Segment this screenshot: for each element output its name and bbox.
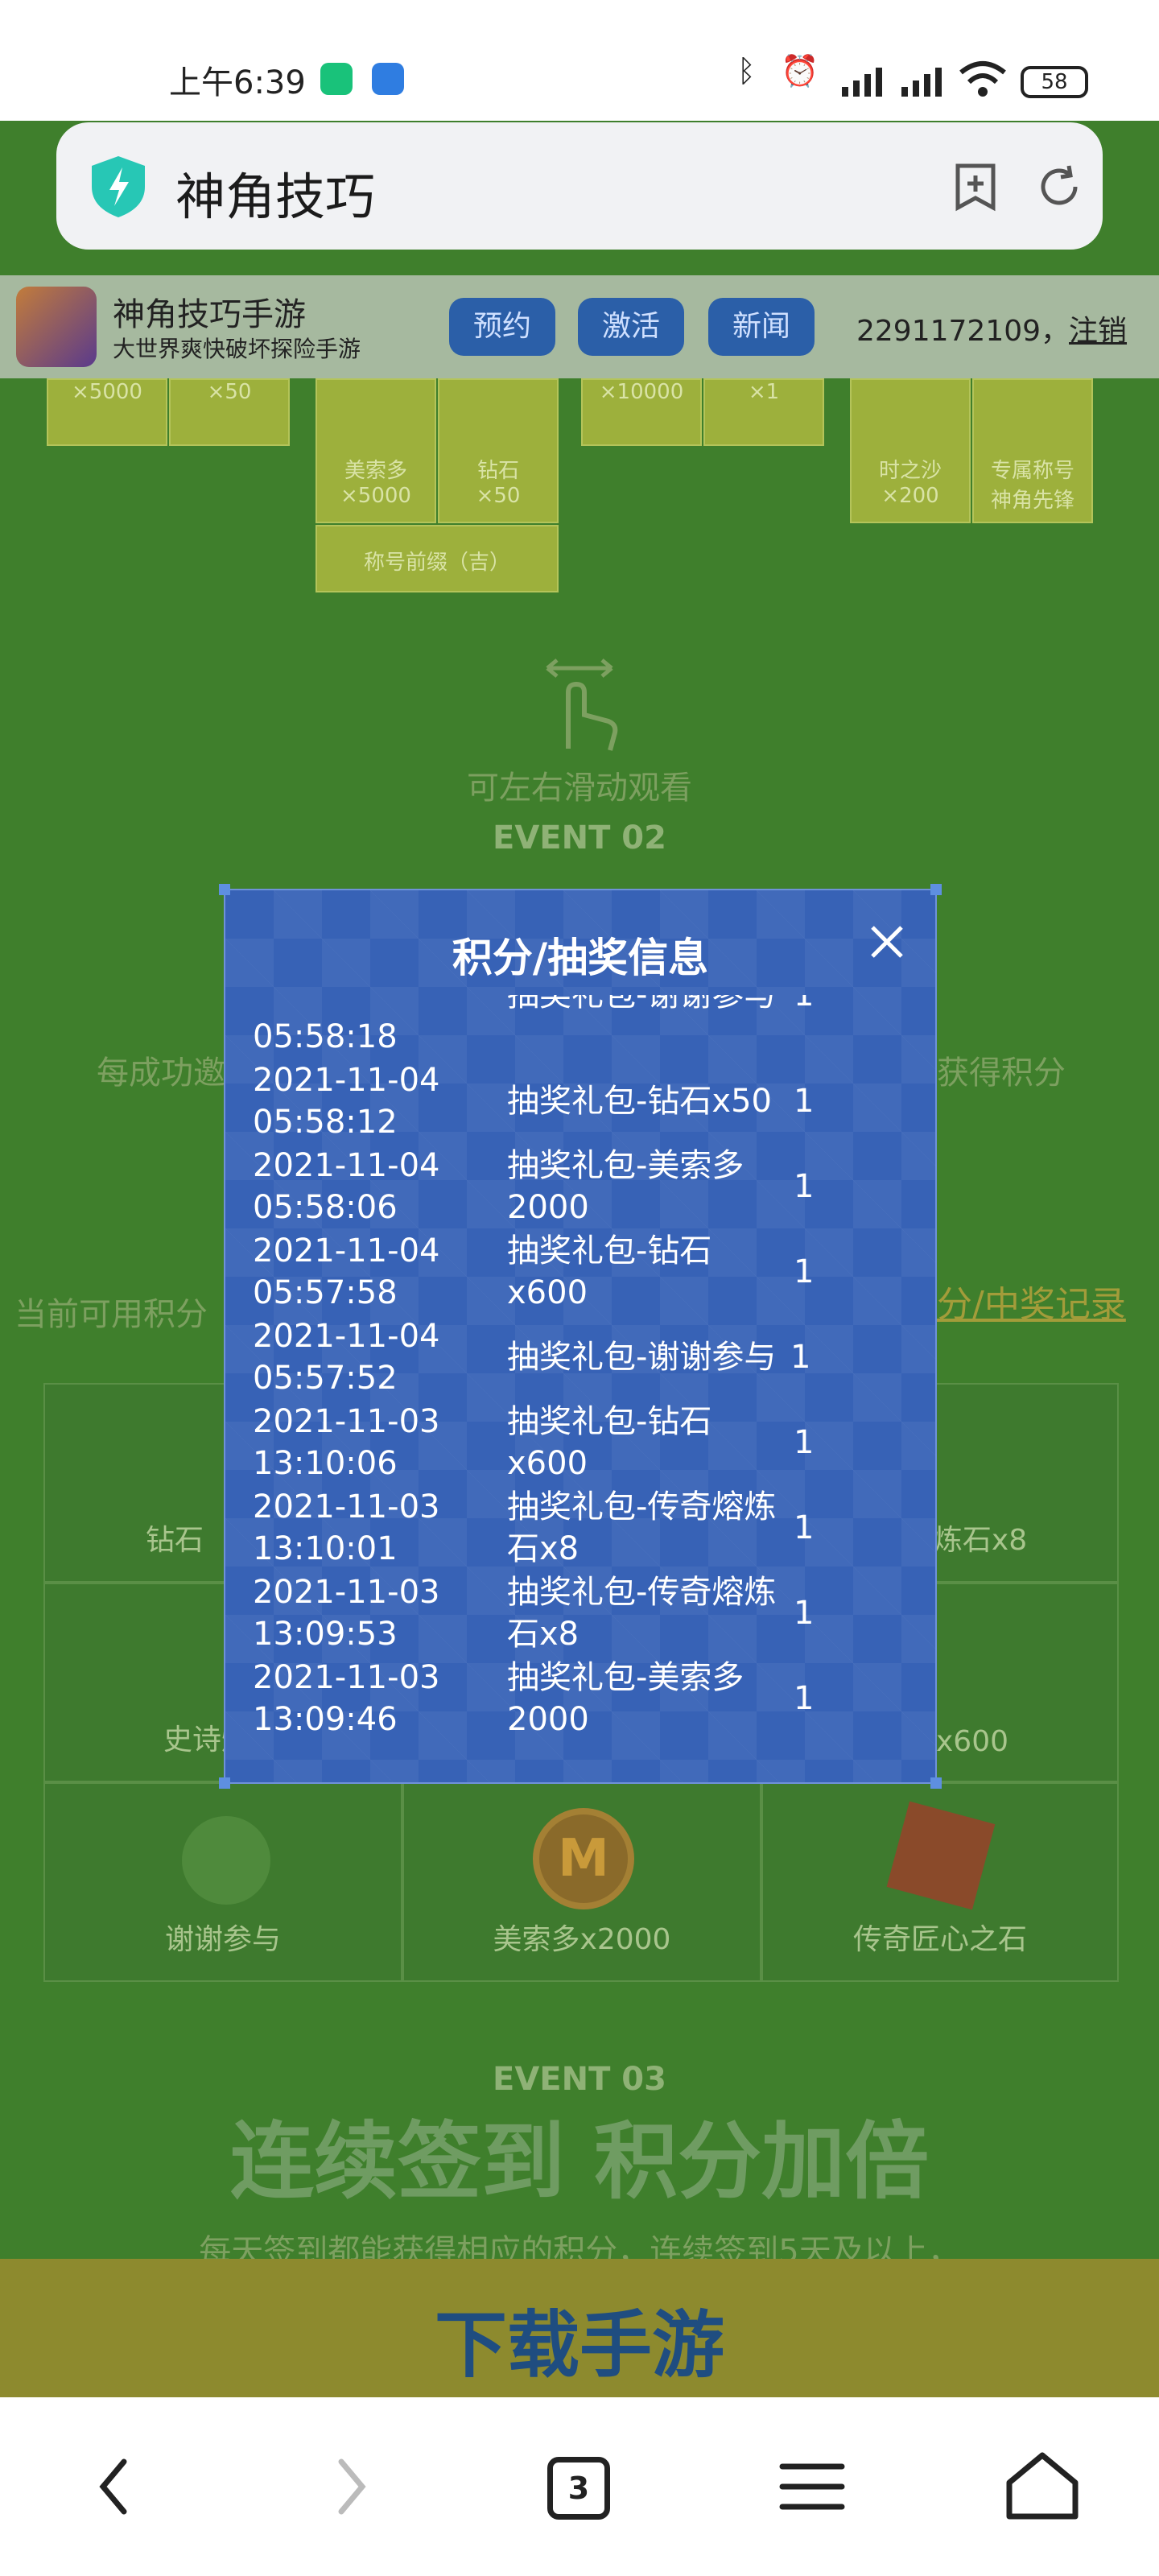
user-id: 2291172109， — [856, 315, 1070, 348]
download-banner[interactable]: 下载手游 — [0, 2259, 1159, 2397]
broadcast-notification-icon — [372, 63, 404, 95]
prize-tile: ×5000 — [47, 378, 167, 446]
title-badge-tile: 称号前缀（吉） — [316, 525, 559, 592]
activate-button[interactable]: 激活 — [578, 298, 684, 356]
page-title: 神角技巧 — [175, 167, 376, 226]
record-row: 2021-11-03 13:09:46 抽奖礼包-美索多2000 1 — [253, 1659, 815, 1738]
add-bookmark-icon[interactable] — [950, 161, 1001, 213]
reserve-button[interactable]: 预约 — [449, 298, 555, 356]
prize-tile: 钻石 ×50 — [438, 378, 559, 523]
news-button[interactable]: 新闻 — [708, 298, 815, 356]
resize-handle[interactable] — [930, 1777, 942, 1789]
current-points-label: 当前可用积分 — [14, 1296, 208, 1333]
record-row: 2021-11-03 13:10:06 抽奖礼包-钻石x600 1 — [253, 1403, 815, 1482]
record-row: 2021-11-03 13:09:53 抽奖礼包-传奇熔炼石x8 1 — [253, 1574, 815, 1653]
logout-link[interactable]: 注销 — [1069, 308, 1127, 349]
bottom-navigation: 3 — [0, 2397, 1159, 2576]
shield-icon — [92, 156, 145, 217]
record-row: 2021-11-03 — [253, 1742, 913, 1744]
resize-handle[interactable] — [930, 884, 942, 895]
record-row: 2021-11-04 05:58:06 抽奖礼包-美索多2000 1 — [253, 1147, 815, 1226]
game-logo — [16, 287, 97, 367]
battery-indicator: 58 — [1021, 66, 1088, 98]
lottery-cell: 传奇匠心之石 — [761, 1782, 1119, 1982]
prize-tile: 时之沙 ×200 — [850, 378, 971, 523]
back-icon[interactable] — [71, 2442, 159, 2531]
shield-notification-icon — [320, 63, 353, 95]
prize-tile: 专属称号 神角先锋 — [972, 378, 1093, 523]
alarm-icon: ⏰ — [781, 53, 819, 89]
refresh-icon[interactable] — [1033, 161, 1085, 213]
swipe-hint: 可左右滑动观看 — [467, 770, 692, 807]
record-row: 05:58:18 抽奖礼包-谢谢参与 1 — [253, 995, 815, 1055]
prize-tile: ×10000 — [581, 378, 702, 446]
event2-tag: EVENT 02 — [493, 819, 666, 857]
address-bar[interactable]: 神角技巧 — [56, 122, 1103, 250]
bluetooth-icon: ᛒ — [737, 53, 756, 89]
signal-hd-2-icon — [901, 68, 942, 97]
menu-icon[interactable] — [768, 2442, 856, 2531]
close-icon[interactable] — [863, 918, 911, 966]
event3-title: 连续签到 积分加倍 — [229, 2112, 930, 2211]
status-bar: 上午6:39 ᛒ ⏰ 58 — [0, 0, 1159, 121]
records-link[interactable]: 分/中奖记录 — [937, 1275, 1126, 1327]
game-name: 神角技巧手游 — [113, 296, 306, 333]
lottery-cell: 谢谢参与 — [43, 1782, 402, 1982]
event2-description-left: 每成功邀 — [97, 1055, 225, 1092]
record-row: 2021-11-03 13:10:01 抽奖礼包-传奇熔炼石x8 1 — [253, 1488, 815, 1567]
resize-handle[interactable] — [219, 884, 230, 895]
home-icon[interactable] — [998, 2442, 1087, 2531]
swipe-hand-icon — [546, 658, 618, 751]
legendary-stone-icon — [886, 1801, 996, 1910]
tabs-button[interactable]: 3 — [547, 2457, 610, 2520]
wifi-icon — [959, 61, 1006, 97]
modal-title: 积分/抽奖信息 — [452, 935, 709, 981]
lottery-cell: M 美索多x2000 — [402, 1782, 761, 1982]
prize-tile: 美索多 ×5000 — [316, 378, 436, 523]
game-subtitle: 大世界爽快破坏探险手游 — [113, 336, 361, 362]
record-row: 2021-11-04 05:58:12 抽奖礼包-钻石x50 1 — [253, 1062, 815, 1141]
thanks-character-icon — [182, 1816, 270, 1905]
forward-icon[interactable] — [306, 2442, 394, 2531]
game-header-bar: 神角技巧手游 大世界爽快破坏探险手游 预约 激活 新闻 2291172109， … — [0, 275, 1159, 378]
status-time: 上午6:39 — [169, 64, 306, 101]
points-lottery-modal: 积分/抽奖信息 05:58:18 抽奖礼包-谢谢参与 1 2021-11-04 0… — [224, 889, 937, 1784]
prize-tile: ×50 — [169, 378, 290, 446]
download-label: 下载手游 — [435, 2303, 724, 2388]
resize-handle[interactable] — [219, 1777, 230, 1789]
signal-hd-1-icon — [842, 68, 882, 97]
record-row: 2021-11-04 05:57:58 抽奖礼包-钻石x600 1 — [253, 1232, 815, 1311]
record-list[interactable]: 05:58:18 抽奖礼包-谢谢参与 1 2021-11-04 05:58:12 … — [253, 995, 913, 1744]
prize-tile: ×1 — [703, 378, 824, 446]
event2-description-right: 获得积分 — [937, 1055, 1066, 1092]
coin-icon: M — [533, 1808, 634, 1909]
record-row: 2021-11-04 05:57:52 抽奖礼包-谢谢参与 1 — [253, 1318, 811, 1397]
